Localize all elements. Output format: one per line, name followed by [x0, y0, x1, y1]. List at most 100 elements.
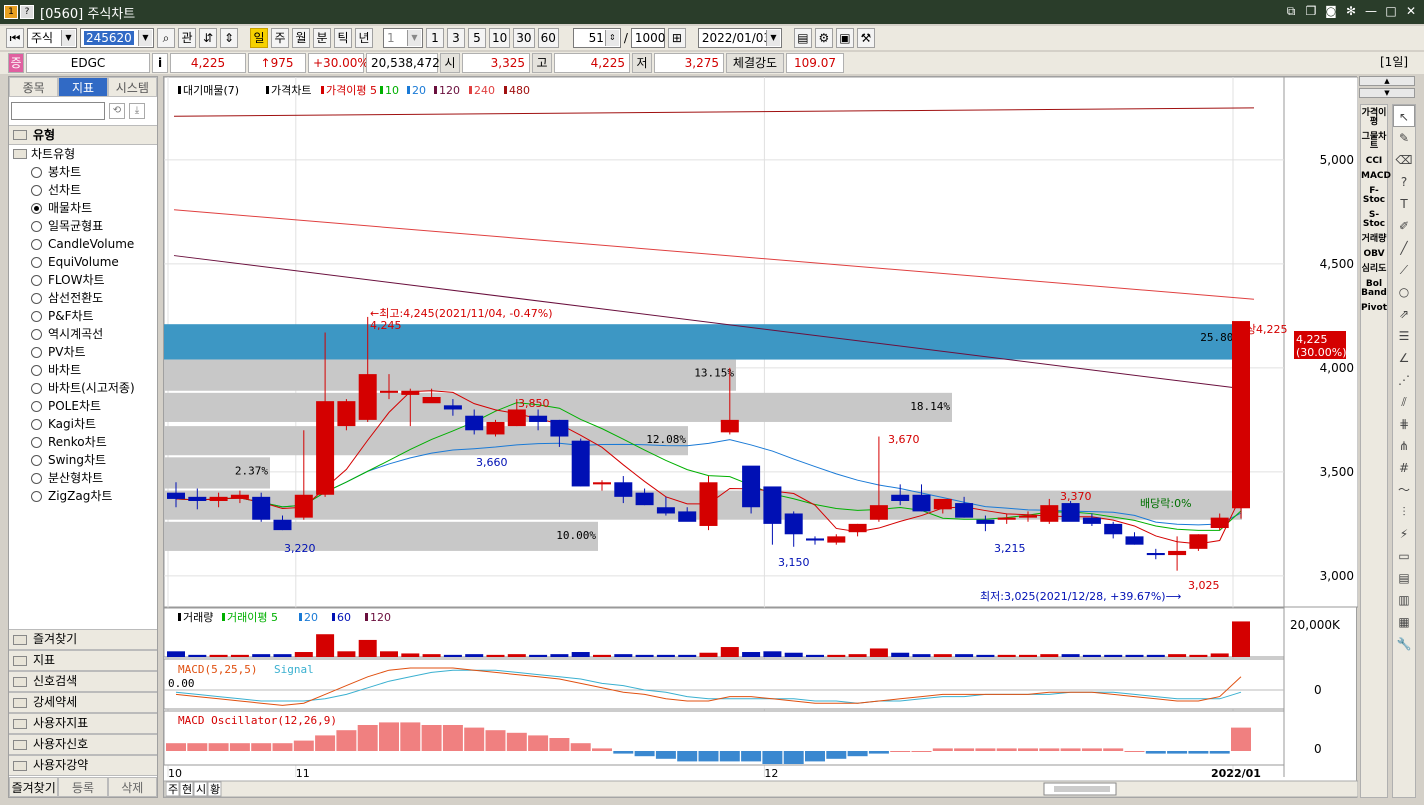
radio-button[interactable] — [31, 238, 42, 250]
folder-item[interactable]: 강세약세 — [9, 692, 157, 713]
download-icon[interactable]: ⤓ — [129, 103, 145, 119]
gann-icon[interactable]: # — [1393, 457, 1415, 479]
radio-button[interactable] — [31, 220, 42, 232]
folder-item[interactable]: 신호검색 — [9, 671, 157, 692]
text-icon[interactable]: T — [1393, 193, 1415, 215]
radio-button[interactable] — [31, 436, 42, 448]
question-icon[interactable]: ? — [1393, 171, 1415, 193]
radio-button[interactable] — [31, 364, 42, 376]
footer-favorites[interactable]: 즐겨찾기 — [9, 777, 59, 797]
wave-icon[interactable]: 〜 — [1393, 479, 1415, 501]
chart-type-item[interactable]: POLE차트 — [9, 397, 157, 415]
tree-root[interactable]: 차트유형 — [9, 145, 157, 163]
refresh-icon[interactable]: ⟲ — [109, 103, 125, 119]
indicator-tool[interactable]: Bol Band — [1361, 280, 1387, 298]
radio-button[interactable] — [31, 184, 42, 196]
chart-type-item[interactable]: 삼선전환도 — [9, 289, 157, 307]
date-select[interactable]: 2022/01/03 ▼ — [697, 28, 782, 48]
circle-icon[interactable]: ○ — [1393, 281, 1415, 303]
radio-button[interactable] — [31, 346, 42, 358]
tab-system[interactable]: 시스템 — [107, 77, 157, 97]
footer-register[interactable]: 등록 — [58, 777, 108, 797]
interval-10[interactable]: 10 — [489, 28, 511, 48]
chart-type-item[interactable]: 바차트(시고저종) — [9, 379, 157, 397]
minimize-icon[interactable]: — — [1364, 4, 1378, 18]
interval-60[interactable]: 60 — [537, 28, 559, 48]
indicator-tool[interactable]: F-Stoc — [1361, 187, 1387, 205]
chart-type-item[interactable]: 봉차트 — [9, 163, 157, 181]
chart-type-item[interactable]: Kagi차트 — [9, 415, 157, 433]
period-month[interactable]: 월 — [292, 28, 310, 48]
market-select[interactable]: 주식 ▼ — [27, 28, 77, 48]
period-day[interactable]: 일 — [250, 28, 268, 48]
radio-button[interactable] — [31, 274, 42, 286]
sync-icon[interactable]: ⇵ — [199, 28, 217, 48]
chart-svg[interactable]: 5,0004,5004,0003,5003,00025.80%13.15%18.… — [164, 77, 1358, 799]
data-icon[interactable]: ▦ — [1393, 611, 1415, 633]
list-icon[interactable]: ▤ — [1393, 567, 1415, 589]
scroll-down-icon[interactable]: ▼ — [1359, 88, 1415, 98]
wrench-icon[interactable]: 🔧 — [1393, 633, 1415, 655]
chart-settings-icon[interactable]: ▤ — [793, 28, 812, 48]
chart-type-item[interactable]: Renko차트 — [9, 433, 157, 451]
interval-5[interactable]: 5 — [468, 28, 486, 48]
chart-type-item[interactable]: 선차트 — [9, 181, 157, 199]
scroll-up-icon[interactable]: ▲ — [1359, 76, 1415, 86]
pen-icon[interactable]: ✐ — [1393, 215, 1415, 237]
chart-type-item[interactable]: ZigZag차트 — [9, 487, 157, 505]
bar-chart-icon[interactable]: ▥ — [1393, 589, 1415, 611]
interval-3[interactable]: 3 — [447, 28, 465, 48]
radio-button[interactable] — [31, 166, 42, 178]
eraser-icon[interactable]: ✎ — [1393, 127, 1415, 149]
indicator-tool[interactable]: OBV — [1361, 250, 1387, 259]
link-icon[interactable]: ⧉ — [1284, 4, 1298, 18]
max-count-input[interactable]: 1000 — [630, 28, 665, 48]
radio-button[interactable] — [31, 472, 42, 484]
period-minute[interactable]: 분 — [313, 28, 331, 48]
chart-type-item[interactable]: 역시계곡선 — [9, 325, 157, 343]
window-icon[interactable]: ▭ — [1393, 545, 1415, 567]
mode-button[interactable]: 관 — [178, 28, 196, 48]
count-stepper[interactable]: 51 ⇕ — [572, 28, 621, 48]
radio-button[interactable] — [31, 256, 42, 268]
period-year[interactable]: 년 — [355, 28, 373, 48]
tab-indicator[interactable]: 지표 — [58, 77, 108, 97]
period-tick[interactable]: 틱 — [334, 28, 352, 48]
tab-stock[interactable]: 종목 — [9, 77, 59, 97]
chart-type-item[interactable]: EquiVolume — [9, 253, 157, 271]
footer-delete[interactable]: 삭제 — [107, 777, 157, 797]
indicator-tool[interactable]: 심리도 — [1361, 265, 1387, 274]
indicator-tool[interactable]: 그물차트 — [1361, 133, 1387, 151]
updown-icon[interactable]: ⇕ — [220, 28, 238, 48]
indicator-search-input[interactable] — [11, 102, 105, 120]
radio-button[interactable] — [31, 382, 42, 394]
fibo-icon[interactable]: ☰ — [1393, 325, 1415, 347]
chart-area[interactable]: 5,000 4,500 4,000 3,500 3,000 25.80% 13.15% 18.… — [163, 76, 1358, 799]
info-icon[interactable]: i — [152, 53, 168, 73]
help-icon[interactable]: ? — [20, 5, 34, 19]
cursor-icon[interactable]: ↖ — [1393, 105, 1415, 127]
close-icon[interactable]: ✕ — [1404, 4, 1418, 18]
line-tool-icon[interactable]: ⟋ — [1393, 259, 1415, 281]
maximize-icon[interactable]: □ — [1384, 4, 1398, 18]
cycle-icon[interactable]: ⫶ — [1393, 501, 1415, 523]
indicator-tool[interactable]: MACD — [1361, 172, 1391, 181]
section-type[interactable]: 유형 — [9, 125, 157, 145]
gear-icon[interactable]: ✻ — [1344, 4, 1358, 18]
interval-30[interactable]: 30 — [513, 28, 535, 48]
radio-button[interactable] — [31, 202, 42, 214]
line-icon[interactable]: ╱ — [1393, 237, 1415, 259]
folder-item[interactable]: 지표 — [9, 650, 157, 671]
radio-button[interactable] — [31, 418, 42, 430]
zoom-icon[interactable]: ⊞ — [667, 28, 686, 48]
angle-icon[interactable]: ∠ — [1393, 347, 1415, 369]
indicator-tool[interactable]: 가격이평 — [1361, 109, 1387, 127]
pitchfork-icon[interactable]: ⋔ — [1393, 435, 1415, 457]
trend-icon[interactable]: ⇗ — [1393, 303, 1415, 325]
indicator-tool[interactable]: CCI — [1361, 157, 1387, 166]
chart-type-item[interactable]: 바차트 — [9, 361, 157, 379]
radio-button[interactable] — [31, 454, 42, 466]
chart-type-item[interactable]: PV차트 — [9, 343, 157, 361]
chart-type-item[interactable]: P&F차트 — [9, 307, 157, 325]
grid-icon[interactable]: ⋕ — [1393, 413, 1415, 435]
